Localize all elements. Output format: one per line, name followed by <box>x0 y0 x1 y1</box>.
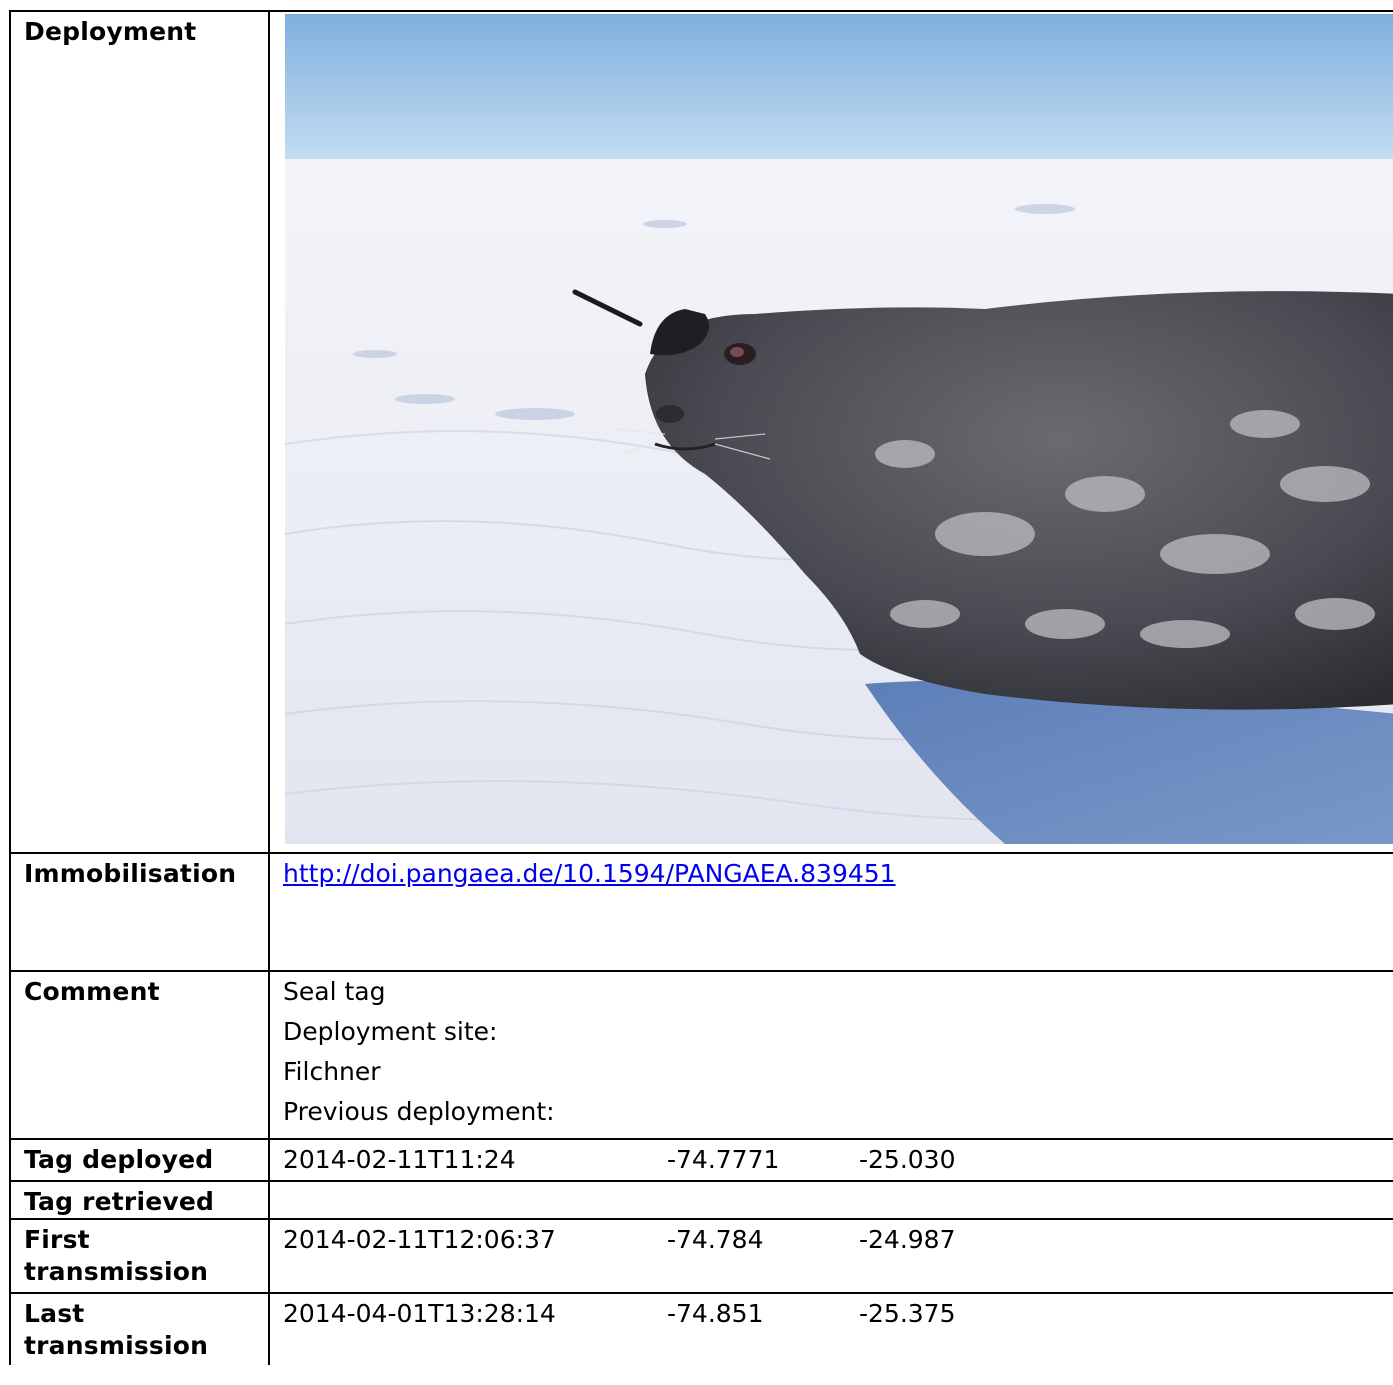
row-last-transmission: Last transmission 2014-04-01T13:28:14 -7… <box>9 1292 1393 1365</box>
first-transmission-lat: -74.784 <box>667 1225 764 1254</box>
first-transmission-value: 2014-02-11T12:06:37 -74.784 -24.987 <box>268 1218 1393 1294</box>
comment-line: Deployment site: <box>283 1017 498 1046</box>
comment-line: Filchner <box>283 1057 381 1086</box>
deployment-table: Deployment Immobilisation http://doi.pan… <box>9 10 1393 1365</box>
first-transmission-time: 2014-02-11T12:06:37 <box>283 1225 556 1254</box>
document-page: Deployment Immobilisation http://doi.pan… <box>0 0 1393 1385</box>
comment-value: Seal tag Deployment site: Filchner Previ… <box>268 970 1393 1140</box>
tag-retrieved-value <box>268 1180 1393 1220</box>
comment-line: Previous deployment: <box>283 1097 555 1126</box>
tag-deployed-lon: -25.030 <box>859 1145 956 1174</box>
row-immobilisation: Immobilisation http://doi.pangaea.de/10.… <box>9 852 1393 972</box>
last-transmission-time: 2014-04-01T13:28:14 <box>283 1299 556 1328</box>
tag-deployed-time: 2014-02-11T11:24 <box>283 1145 516 1174</box>
row-deployment: Deployment <box>9 10 1393 854</box>
last-transmission-value: 2014-04-01T13:28:14 -74.851 -25.375 <box>268 1292 1393 1365</box>
row-first-transmission: First transmission 2014-02-11T12:06:37 -… <box>9 1218 1393 1294</box>
tag-deployed-lat: -74.7771 <box>667 1145 780 1174</box>
label-deployment: Deployment <box>9 10 270 854</box>
label-last-transmission: Last transmission <box>9 1292 270 1365</box>
label-immobilisation: Immobilisation <box>9 852 270 972</box>
label-first-transmission: First transmission <box>9 1218 270 1294</box>
immobilisation-value: http://doi.pangaea.de/10.1594/PANGAEA.83… <box>268 852 1393 972</box>
label-comment: Comment <box>9 970 270 1140</box>
tag-deployed-value: 2014-02-11T11:24 -74.7771 -25.030 <box>268 1138 1393 1182</box>
row-tag-retrieved: Tag retrieved <box>9 1180 1393 1220</box>
seal-photo <box>285 14 1393 844</box>
row-tag-deployed: Tag deployed 2014-02-11T11:24 -74.7771 -… <box>9 1138 1393 1182</box>
label-tag-retrieved: Tag retrieved <box>9 1180 270 1220</box>
label-tag-deployed: Tag deployed <box>9 1138 270 1182</box>
last-transmission-lon: -25.375 <box>859 1299 956 1328</box>
comment-line: Seal tag <box>283 977 386 1006</box>
first-transmission-lon: -24.987 <box>859 1225 956 1254</box>
deployment-photo-cell <box>268 10 1393 854</box>
last-transmission-lat: -74.851 <box>667 1299 764 1328</box>
immobilisation-doi-link[interactable]: http://doi.pangaea.de/10.1594/PANGAEA.83… <box>283 859 896 888</box>
row-comment: Comment Seal tag Deployment site: Filchn… <box>9 970 1393 1140</box>
